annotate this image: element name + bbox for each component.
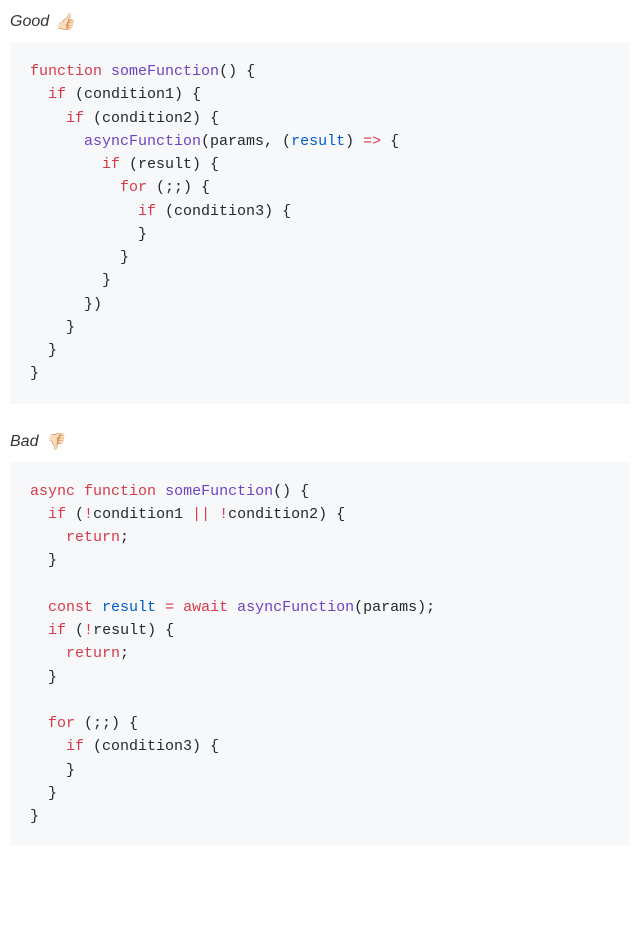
code-token: result [102, 599, 156, 616]
code-token: ; [120, 645, 129, 662]
code-token [102, 63, 111, 80]
code-token: (params); [354, 599, 435, 616]
code-token [30, 110, 66, 127]
code-token: } [30, 342, 57, 359]
code-token: function [30, 63, 102, 80]
code-token: } [30, 249, 129, 266]
code-token: if [48, 622, 66, 639]
code-token: for [120, 179, 147, 196]
code-token [30, 506, 48, 523]
code-token [156, 599, 165, 616]
code-token: } [30, 552, 57, 569]
code-token: condition2) { [228, 506, 345, 523]
code-token [210, 506, 219, 523]
code-token [75, 483, 84, 500]
code-token: someFunction [165, 483, 273, 500]
code-token: result [291, 133, 345, 150]
code-token: if [48, 506, 66, 523]
bad-label: Bad 👎🏻 [10, 432, 630, 452]
code-token [30, 599, 48, 616]
code-token: } [30, 272, 111, 289]
code-token: (;;) { [147, 179, 210, 196]
code-token: return [66, 645, 120, 662]
code-token: ! [219, 506, 228, 523]
code-token [156, 483, 165, 500]
code-token: || [192, 506, 210, 523]
code-token: ! [84, 622, 93, 639]
code-token: }) [30, 296, 102, 313]
code-token [30, 715, 48, 732]
code-token: } [30, 785, 57, 802]
code-token: asyncFunction [84, 133, 201, 150]
code-token: if [66, 110, 84, 127]
code-token [93, 599, 102, 616]
code-token: for [48, 715, 75, 732]
code-token: if [48, 86, 66, 103]
code-token: function [84, 483, 156, 500]
code-token: condition1 [93, 506, 192, 523]
code-token: (condition1) { [66, 86, 201, 103]
code-token [228, 599, 237, 616]
code-token: ( [66, 622, 84, 639]
code-token: if [66, 738, 84, 755]
code-token [30, 645, 66, 662]
thumbs-up-icon: 👍🏻 [55, 12, 75, 32]
code-token: (params, ( [201, 133, 291, 150]
code-token [30, 156, 102, 173]
code-token: async [30, 483, 75, 500]
good-label: Good 👍🏻 [10, 12, 630, 32]
code-token [174, 599, 183, 616]
code-token: (;;) { [75, 715, 138, 732]
code-token: => [363, 133, 381, 150]
code-token [30, 622, 48, 639]
code-token: { [381, 133, 399, 150]
code-token: } [30, 365, 39, 382]
code-token [30, 133, 84, 150]
code-token: ; [120, 529, 129, 546]
good-code-block: function someFunction() { if (condition1… [10, 42, 630, 404]
code-token: } [30, 669, 57, 686]
code-token: ! [84, 506, 93, 523]
code-token [30, 529, 66, 546]
code-token: await [183, 599, 228, 616]
thumbs-down-icon: 👎🏻 [44, 432, 64, 452]
good-label-text: Good [10, 13, 49, 31]
code-token: asyncFunction [237, 599, 354, 616]
code-token: (result) { [120, 156, 219, 173]
code-token: (condition2) { [84, 110, 219, 127]
code-token: } [30, 762, 75, 779]
code-token [30, 86, 48, 103]
code-token: } [30, 226, 147, 243]
code-token: return [66, 529, 120, 546]
code-token: if [138, 203, 156, 220]
code-token: const [48, 599, 93, 616]
code-token: = [165, 599, 174, 616]
code-token [30, 179, 120, 196]
code-token: ( [66, 506, 84, 523]
code-token: } [30, 319, 75, 336]
code-token: } [30, 808, 39, 825]
code-token [30, 738, 66, 755]
code-token: () { [273, 483, 309, 500]
code-token: if [102, 156, 120, 173]
code-token: result) { [93, 622, 174, 639]
code-token: () { [219, 63, 255, 80]
code-token: someFunction [111, 63, 219, 80]
code-token [30, 203, 138, 220]
code-token: ) [345, 133, 363, 150]
bad-code-block: async function someFunction() { if (!con… [10, 462, 630, 847]
code-token: (condition3) { [84, 738, 219, 755]
bad-label-text: Bad [10, 433, 38, 451]
code-token: (condition3) { [156, 203, 291, 220]
